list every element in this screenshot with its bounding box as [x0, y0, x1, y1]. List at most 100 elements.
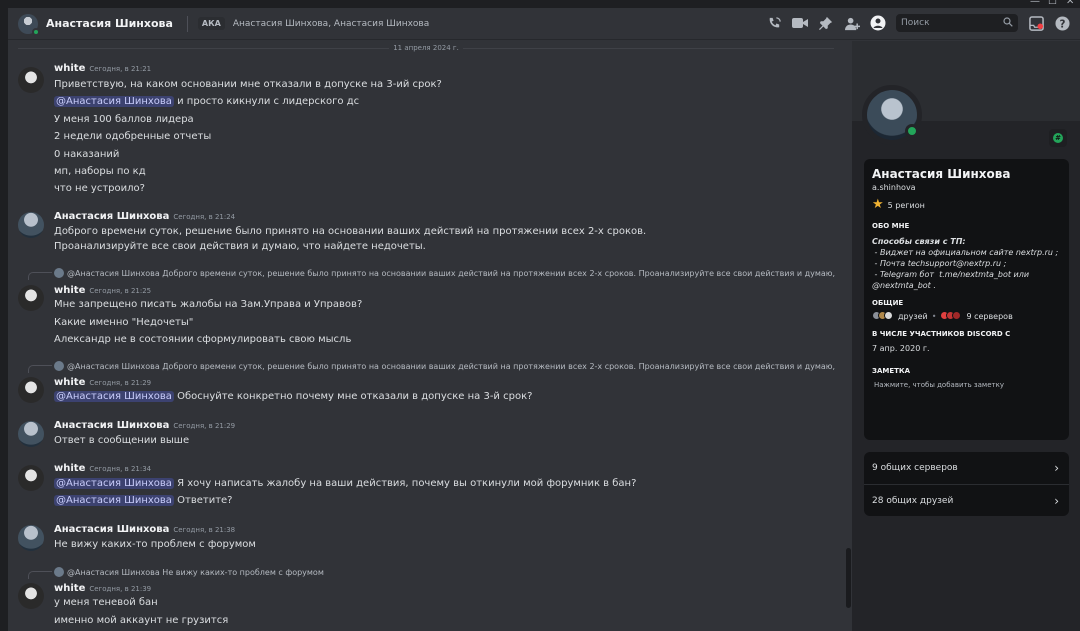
message-author[interactable]: Анастасия Шинхова Сегодня, в 21:29 [54, 420, 235, 431]
maximize-button[interactable]: ☐ [1048, 0, 1057, 7]
message-timestamp: Сегодня, в 21:24 [173, 213, 236, 221]
user-mention[interactable]: @Анастасия Шинхова [54, 495, 174, 506]
avatar [54, 268, 64, 278]
member-since-title: В ЧИСЛЕ УЧАСТНИКОВ DISCORD С [872, 330, 1011, 338]
reply-connector [28, 571, 52, 579]
chevron-right-icon: › [1054, 493, 1059, 508]
chevron-right-icon: › [1054, 461, 1059, 475]
message-text: Мне запрещено писать жалобы на Зам.Управ… [54, 299, 363, 310]
aka-names: Анастасия Шинхова, Анастасия Шинхова [232, 18, 430, 29]
message-author[interactable]: white Сегодня, в 21:29 [54, 377, 151, 388]
mutual-friends-row[interactable]: 28 общих друзей › [864, 484, 1069, 516]
profile-toggle-icon[interactable] [870, 15, 886, 31]
profile-card: Анастасия Шинхова a.shinhova ★ 5 регион … [864, 159, 1069, 440]
avatar[interactable] [18, 421, 44, 447]
avatar[interactable] [18, 212, 44, 238]
search-icon [1003, 16, 1013, 30]
message-text: 2 недели одобренные отчеты [54, 131, 212, 142]
search-placeholder: Поиск [901, 18, 930, 28]
reply-preview[interactable]: @Анастасия Шинхова Доброго времени суток… [54, 268, 835, 278]
message-text: у меня теневой бан [54, 597, 158, 608]
window-titlebar: — ☐ ✕ [0, 0, 1080, 8]
reply-connector [28, 272, 52, 280]
aka-badge: АКА [197, 17, 225, 30]
message-text: @Анастасия Шинхова Ответите? [54, 495, 233, 506]
date-divider: 11 апреля 2024 г. [18, 43, 835, 53]
help-icon[interactable]: ? [1054, 15, 1070, 31]
message-text: что не устроило? [54, 183, 145, 194]
message-text: У меня 100 баллов лидера [54, 114, 194, 125]
minimize-button[interactable]: — [1030, 0, 1040, 7]
server-list-edge [0, 8, 8, 631]
server-icons [940, 311, 962, 322]
date-label: 11 апреля 2024 г. [393, 44, 459, 52]
avatar [54, 567, 64, 577]
svg-text:?: ? [1059, 18, 1065, 30]
message-timestamp: Сегодня, в 21:38 [173, 526, 236, 534]
about-text: Способы связи с ТП: - Виджет на официаль… [872, 237, 1059, 290]
message-author[interactable]: Анастасия Шинхова Сегодня, в 21:38 [54, 524, 235, 535]
message-timestamp: Сегодня, в 21:34 [89, 465, 152, 473]
message-text: Приветствую, на каком основании мне отка… [54, 79, 442, 90]
profile-display-name: Анастасия Шинхова [872, 167, 1011, 181]
message-list[interactable]: 11 апреля 2024 г. white Сегодня, в 21:21 … [8, 41, 844, 631]
user-mention[interactable]: @Анастасия Шинхова [54, 391, 174, 402]
note-input[interactable]: Нажмите, чтобы добавить заметку [872, 381, 1061, 389]
phone-call-icon[interactable] [766, 15, 782, 31]
hashtag-badge-icon[interactable]: # [1049, 129, 1067, 147]
message-text: именно мой аккаунт не грузится [54, 615, 229, 626]
message-author[interactable]: white Сегодня, в 21:21 [54, 63, 151, 74]
pin-icon[interactable] [818, 15, 834, 31]
reply-connector [28, 365, 52, 373]
reply-preview[interactable]: @Анастасия Шинхова Доброго времени суток… [54, 361, 835, 371]
message-timestamp: Сегодня, в 21:29 [89, 379, 152, 387]
star-icon: ★ [872, 197, 884, 212]
message-author[interactable]: Анастасия Шинхова Сегодня, в 21:24 [54, 211, 235, 222]
message-timestamp: Сегодня, в 21:25 [89, 287, 152, 295]
avatar[interactable] [18, 525, 44, 551]
message-timestamp: Сегодня, в 21:21 [89, 65, 152, 73]
user-mention[interactable]: @Анастасия Шинхова [54, 478, 174, 489]
message-author[interactable]: white Сегодня, в 21:25 [54, 285, 151, 296]
avatar[interactable] [18, 465, 44, 491]
avatar[interactable] [18, 377, 44, 403]
message-text: Ответ в сообщении выше [54, 435, 190, 446]
user-profile-panel: # Анастасия Шинхова a.shinhova ★ 5 регио… [852, 41, 1080, 631]
avatar[interactable] [18, 13, 40, 36]
avatar[interactable] [18, 285, 44, 311]
message-text: @Анастасия Шинхова и просто кикнули с ли… [54, 96, 360, 107]
video-call-icon[interactable] [792, 15, 808, 31]
search-input[interactable]: Поиск [896, 14, 1018, 32]
about-title: ОБО МНЕ [872, 222, 910, 230]
close-button[interactable]: ✕ [1066, 0, 1074, 7]
avatar [54, 361, 64, 371]
avatar[interactable] [18, 583, 44, 609]
add-friend-icon[interactable] [844, 15, 860, 31]
mutual-servers-row[interactable]: 9 общих серверов › [864, 452, 1069, 484]
dm-header: Анастасия Шинхова АКА Анастасия Шинхова,… [8, 8, 1080, 40]
online-status-icon [32, 27, 40, 36]
member-since-date: 7 апр. 2020 г. [872, 344, 930, 353]
message-text: @Анастасия Шинхова Я хочу написать жалоб… [54, 478, 637, 489]
common-summary[interactable]: друзей • 9 серверов [872, 311, 1061, 322]
reply-preview[interactable]: @Анастасия Шинхова Не вижу каких-то проб… [54, 567, 324, 577]
avatar[interactable] [862, 85, 922, 145]
profile-username[interactable]: a.shinhova [872, 183, 1061, 192]
avatar[interactable] [18, 67, 44, 93]
message-text: Какие именно "Недочеты" [54, 317, 194, 328]
message-text: @Анастасия Шинхова Обоснуйте конкретно п… [54, 391, 533, 402]
inbox-icon[interactable] [1028, 15, 1044, 31]
note-title: ЗАМЕТКА [872, 367, 911, 375]
message-text: Доброго времени суток, решение было прин… [54, 226, 647, 237]
message-text: Александр не в состоянии сформулировать … [54, 334, 352, 345]
message-text: мп, наборы по кд [54, 166, 146, 177]
header-username[interactable]: Анастасия Шинхова [46, 17, 173, 30]
common-title: ОБЩИЕ [872, 299, 904, 307]
friends-avatars [872, 311, 893, 322]
message-timestamp: Сегодня, в 21:39 [89, 585, 152, 593]
chat-scrollbar[interactable] [846, 548, 851, 608]
message-author[interactable]: white Сегодня, в 21:34 [54, 463, 151, 474]
user-mention[interactable]: @Анастасия Шинхова [54, 96, 174, 107]
mutual-links: 9 общих серверов › 28 общих друзей › [864, 452, 1069, 516]
message-author[interactable]: white Сегодня, в 21:39 [54, 583, 151, 594]
